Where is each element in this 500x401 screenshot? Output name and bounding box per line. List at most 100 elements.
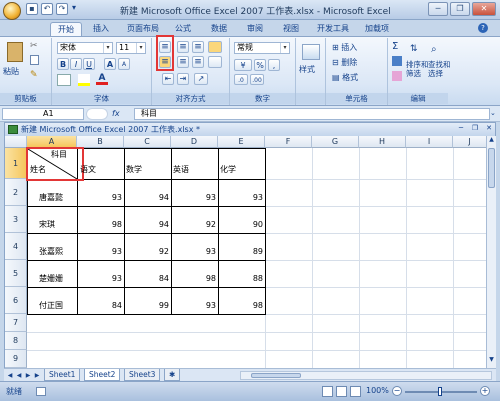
- clear-icon[interactable]: [392, 71, 402, 81]
- next-sheet-icon[interactable]: ▶: [24, 371, 32, 380]
- font-color-button[interactable]: A: [96, 73, 108, 85]
- row-header[interactable]: 9: [5, 350, 27, 368]
- paste-icon[interactable]: [7, 42, 23, 62]
- student-name[interactable]: 唐嘉懿: [39, 193, 63, 203]
- tab-formulas[interactable]: 公式: [168, 22, 198, 36]
- row-header[interactable]: 5: [5, 260, 27, 287]
- styles-button[interactable]: 样式: [299, 64, 315, 75]
- row-header[interactable]: 1: [5, 148, 27, 179]
- score-cell[interactable]: 93: [77, 247, 124, 257]
- sheet-tab-sheet2[interactable]: Sheet2: [84, 369, 121, 381]
- grow-font-button[interactable]: A: [104, 58, 116, 70]
- font-name-select[interactable]: 宋体 ▾: [57, 42, 113, 54]
- underline-button[interactable]: U: [83, 58, 95, 70]
- align-right-button[interactable]: ≡: [192, 56, 204, 68]
- column-header[interactable]: F: [265, 136, 312, 148]
- score-cell[interactable]: 93: [77, 193, 124, 203]
- border-icon[interactable]: [57, 74, 71, 86]
- column-header[interactable]: G: [312, 136, 359, 148]
- name-box[interactable]: A1: [2, 108, 84, 120]
- increase-decimal-icon[interactable]: .0: [234, 74, 248, 85]
- align-bottom-button[interactable]: ≡: [192, 41, 204, 53]
- score-cell[interactable]: 98: [77, 220, 124, 230]
- sort-filter-button[interactable]: 排序和 筛选: [406, 60, 429, 78]
- column-header[interactable]: C: [124, 136, 171, 148]
- minimize-button[interactable]: ─: [428, 2, 448, 16]
- first-sheet-icon[interactable]: ◀: [6, 371, 14, 380]
- redo-icon[interactable]: ↷: [56, 3, 68, 15]
- delete-cells-button[interactable]: ⊟ 删除: [332, 57, 357, 68]
- insert-function-button[interactable]: fx: [112, 108, 130, 120]
- header-chinese[interactable]: 语文: [80, 165, 96, 175]
- italic-button[interactable]: I: [70, 58, 82, 70]
- align-top-button[interactable]: ≡: [159, 41, 171, 53]
- zoom-slider-handle[interactable]: [438, 387, 442, 396]
- styles-icon[interactable]: [302, 44, 320, 60]
- column-header[interactable]: J: [453, 136, 486, 148]
- bold-button[interactable]: B: [57, 58, 69, 70]
- row-header[interactable]: 4: [5, 233, 27, 260]
- column-header[interactable]: E: [218, 136, 265, 148]
- wb-close-icon[interactable]: ✕: [483, 124, 495, 134]
- prev-sheet-icon[interactable]: ◀: [15, 371, 23, 380]
- undo-icon[interactable]: ↶: [41, 3, 53, 15]
- number-format-select[interactable]: 常规 ▾: [234, 42, 290, 54]
- wb-restore-icon[interactable]: ❐: [469, 124, 481, 134]
- tab-insert[interactable]: 插入: [86, 22, 116, 36]
- last-sheet-icon[interactable]: ▶: [33, 371, 41, 380]
- student-name[interactable]: 付正国: [39, 301, 63, 311]
- scroll-thumb[interactable]: [488, 148, 495, 188]
- shrink-font-button[interactable]: A: [118, 58, 130, 70]
- student-name[interactable]: 张嘉熙: [39, 247, 63, 257]
- score-cell[interactable]: 84: [77, 301, 124, 311]
- horizontal-scrollbar[interactable]: [240, 371, 492, 380]
- comma-button[interactable]: ,: [268, 59, 280, 71]
- zoom-level[interactable]: 100%: [366, 386, 389, 395]
- tab-review[interactable]: 审阅: [240, 22, 270, 36]
- vertical-scrollbar[interactable]: ▲ ▼: [486, 136, 496, 368]
- normal-view-icon[interactable]: [322, 386, 333, 397]
- font-size-select[interactable]: 11 ▾: [116, 42, 146, 54]
- copy-icon[interactable]: [30, 55, 39, 65]
- format-cells-button[interactable]: ▤ 格式: [332, 72, 358, 83]
- column-header[interactable]: B: [77, 136, 124, 148]
- score-cell[interactable]: 93: [171, 193, 218, 203]
- expand-formula-icon[interactable]: ⌄: [490, 109, 496, 117]
- tab-data[interactable]: 数据: [204, 22, 234, 36]
- header-english[interactable]: 英语: [173, 165, 189, 175]
- tab-addins[interactable]: 加载项: [358, 22, 396, 36]
- zoom-out-icon[interactable]: −: [392, 386, 402, 396]
- help-icon[interactable]: ?: [478, 23, 488, 33]
- page-layout-view-icon[interactable]: [336, 386, 347, 397]
- align-middle-button[interactable]: ≡: [177, 41, 189, 53]
- scroll-up-icon[interactable]: ▲: [487, 136, 496, 146]
- decrease-decimal-icon[interactable]: .00: [250, 74, 264, 85]
- row-header[interactable]: 2: [5, 179, 27, 206]
- tab-view[interactable]: 视图: [276, 22, 306, 36]
- formula-input[interactable]: 科目: [134, 108, 490, 120]
- save-icon[interactable]: ▪: [26, 3, 38, 15]
- score-cell[interactable]: 93: [77, 274, 124, 284]
- score-cell[interactable]: 88: [218, 274, 265, 284]
- column-header[interactable]: H: [359, 136, 406, 148]
- header-chemistry[interactable]: 化学: [220, 165, 236, 175]
- tab-page-layout[interactable]: 页面布局: [120, 22, 166, 36]
- decrease-indent-icon[interactable]: ⇤: [162, 73, 174, 85]
- score-cell[interactable]: 84: [124, 274, 171, 284]
- sheet-tab-sheet1[interactable]: Sheet1: [44, 369, 81, 381]
- wb-minimize-icon[interactable]: ─: [455, 124, 467, 134]
- column-header[interactable]: D: [171, 136, 218, 148]
- align-center-button[interactable]: ≡: [177, 56, 189, 68]
- percent-button[interactable]: %: [254, 59, 266, 71]
- insert-cells-button[interactable]: ⊞ 插入: [332, 42, 357, 53]
- score-cell[interactable]: 94: [124, 220, 171, 230]
- zoom-in-icon[interactable]: +: [480, 386, 490, 396]
- format-painter-icon[interactable]: ✎: [30, 70, 38, 80]
- select-all-corner[interactable]: [5, 136, 27, 148]
- score-cell[interactable]: 94: [124, 193, 171, 203]
- fill-icon[interactable]: [392, 56, 402, 66]
- score-cell[interactable]: 89: [218, 247, 265, 257]
- score-cell[interactable]: 99: [124, 301, 171, 311]
- insert-sheet-icon[interactable]: ✱: [164, 369, 180, 381]
- sort-filter-icon[interactable]: ⇅: [410, 44, 424, 58]
